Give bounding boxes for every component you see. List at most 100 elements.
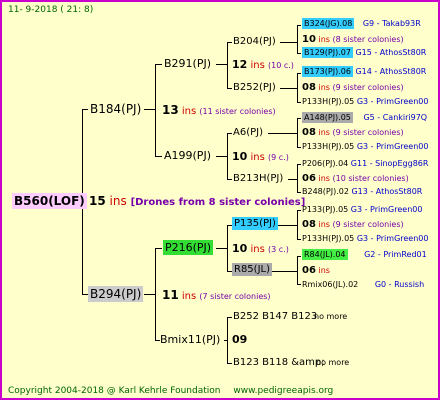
gen4-count: 06 bbox=[302, 265, 316, 276]
gen4-count: 08 bbox=[302, 82, 316, 93]
connector bbox=[268, 133, 298, 134]
gen4-info: G3 - PrimGreen00 bbox=[356, 97, 429, 106]
root-inseminations: 15 ins [Drones from 8 sister colonies] bbox=[89, 195, 305, 208]
connector bbox=[216, 248, 228, 249]
gen4-info: G3 - PrimGreen00 bbox=[356, 142, 429, 151]
connector bbox=[227, 317, 232, 318]
pedigree-canvas: 11- 9-2018 ( 21: 8) B560(LOF) 15 ins [Dr… bbox=[0, 0, 440, 400]
gen4-row: R84(JL).04 G2 - PrimRed01 bbox=[302, 249, 427, 260]
gen4-ins: ins bbox=[318, 220, 330, 229]
gen1-note: (11 sister colonies) bbox=[199, 107, 276, 116]
connector bbox=[227, 42, 232, 43]
header-date: 11- 9-2018 ( 21: 8) bbox=[8, 5, 94, 15]
root-node: B560(LOF) bbox=[12, 193, 87, 209]
gen4-row: 06 ins (10 sister colonies) bbox=[302, 174, 409, 184]
gen3-node: B204(PJ) bbox=[233, 36, 276, 47]
gen3-no-more: no more bbox=[316, 358, 350, 367]
connector bbox=[155, 64, 162, 65]
connector bbox=[297, 164, 298, 192]
footer-copyright: Copyright 2004-2018 @ Karl Kehrle Founda… bbox=[8, 386, 221, 396]
gen4-row: B129(PJ).07 G15 - AthosSt80R bbox=[302, 47, 427, 58]
connector bbox=[144, 294, 156, 295]
gen4-row: A148(PJ).05 G5 - Cankiri97Q bbox=[302, 112, 428, 123]
gen1-ins: ins bbox=[181, 291, 197, 302]
connector bbox=[297, 118, 301, 119]
gen4-info: G3 - PrimGreen00 bbox=[350, 205, 423, 214]
connector bbox=[297, 256, 301, 257]
gen4-row: 06 ins bbox=[302, 266, 330, 276]
gen3-node: B213H(PJ) bbox=[233, 173, 284, 184]
connector bbox=[216, 64, 228, 65]
gen2-name: P216(PJ) bbox=[163, 240, 214, 255]
gen2-node: A199(PJ) bbox=[164, 150, 211, 161]
gen3-node: P135(PJ) bbox=[232, 217, 278, 230]
connector bbox=[227, 363, 232, 364]
gen4-note: (9 sister colonies) bbox=[332, 220, 404, 229]
gen4-count: 08 bbox=[302, 127, 316, 138]
gen4-name: B324(JG).08 bbox=[302, 18, 355, 29]
gen4-ins: ins bbox=[318, 174, 330, 183]
gen4-row: 08 ins (9 sister colonies) bbox=[302, 83, 404, 93]
gen4-info: G15 - AthosSt80R bbox=[355, 48, 427, 57]
gen1-note: (7 sister colonies) bbox=[199, 292, 271, 301]
gen4-name: P133H(PJ).05 bbox=[302, 234, 355, 243]
gen4-name: Rmix06(JL).02 bbox=[302, 280, 359, 289]
footer-site-link[interactable]: www.pedigreeapis.org bbox=[233, 386, 333, 396]
gen4-ins: ins bbox=[318, 128, 330, 137]
connector bbox=[280, 88, 298, 89]
gen4-info: G14 - AthosSt80R bbox=[355, 67, 427, 76]
gen2-inseminations: 10 ins (3 c.) bbox=[232, 243, 289, 255]
gen4-info: G13 - AthosSt80R bbox=[351, 187, 423, 196]
gen2-count: 10 bbox=[232, 150, 248, 163]
gen2-note: (9 c.) bbox=[268, 153, 289, 162]
connector bbox=[227, 179, 232, 180]
root-ins: ins bbox=[109, 194, 127, 208]
gen4-row: P133H(PJ).05 G3 - PrimGreen00 bbox=[302, 143, 428, 151]
root-count: 15 bbox=[89, 194, 106, 208]
connector bbox=[227, 88, 232, 89]
footer: Copyright 2004-2018 @ Karl Kehrle Founda… bbox=[8, 387, 333, 396]
connector bbox=[227, 42, 228, 88]
connector bbox=[224, 340, 228, 341]
gen2-note: (10 c.) bbox=[268, 61, 294, 70]
gen4-info: G2 - PrimRed01 bbox=[364, 250, 427, 259]
gen4-name: P133H(PJ).05 bbox=[302, 142, 355, 151]
gen4-ins: ins bbox=[318, 35, 330, 44]
gen4-info: G5 - Cankiri97Q bbox=[363, 113, 428, 122]
gen4-row: P206(PJ).04 G11 - SinopEgg86R bbox=[302, 160, 428, 168]
connector bbox=[297, 25, 301, 26]
gen3-name: P135(PJ) bbox=[232, 217, 278, 230]
gen3-node: B123 B118 &amp; bbox=[233, 357, 325, 368]
connector bbox=[297, 210, 301, 211]
gen4-ins: ins bbox=[318, 83, 330, 92]
gen4-name: B129(PJ).07 bbox=[302, 47, 353, 58]
gen2-name: Bmix11(PJ) bbox=[160, 333, 221, 346]
connector bbox=[297, 102, 301, 103]
connector bbox=[278, 225, 298, 226]
gen4-row: Rmix06(JL).02 G0 - Russish bbox=[302, 281, 424, 289]
gen4-name: B173(PJ).06 bbox=[302, 66, 353, 77]
gen4-note: (8 sister colonies) bbox=[332, 35, 404, 44]
connector bbox=[297, 53, 301, 54]
gen2-ins: ins bbox=[250, 152, 265, 163]
gen2-count: 12 bbox=[232, 58, 248, 71]
gen4-name: R84(JL).04 bbox=[302, 249, 348, 260]
gen4-row: P133H(PJ).05 G3 - PrimGreen00 bbox=[302, 98, 428, 106]
gen2-name: A199(PJ) bbox=[164, 149, 211, 162]
gen4-count: 10 bbox=[302, 34, 316, 45]
gen1-name: B184(PJ) bbox=[90, 102, 142, 116]
connector bbox=[297, 25, 298, 53]
gen2-node: P216(PJ) bbox=[163, 240, 214, 255]
gen4-row: B248(PJ).02 G13 - AthosSt80R bbox=[302, 188, 422, 196]
gen2-count: 09 bbox=[232, 333, 248, 346]
gen3-node: R85(JL) bbox=[232, 263, 272, 276]
gen1-name: B294(PJ) bbox=[88, 286, 144, 302]
gen3-name: R85(JL) bbox=[232, 263, 272, 276]
gen2-ins: ins bbox=[250, 244, 265, 255]
connector bbox=[297, 256, 298, 284]
gen1-count: 13 bbox=[162, 103, 179, 117]
gen4-count: 06 bbox=[302, 173, 316, 184]
gen4-info: G11 - SinopEgg86R bbox=[350, 159, 429, 168]
gen4-name: P206(PJ).04 bbox=[302, 159, 349, 168]
gen4-name: B248(PJ).02 bbox=[302, 187, 349, 196]
